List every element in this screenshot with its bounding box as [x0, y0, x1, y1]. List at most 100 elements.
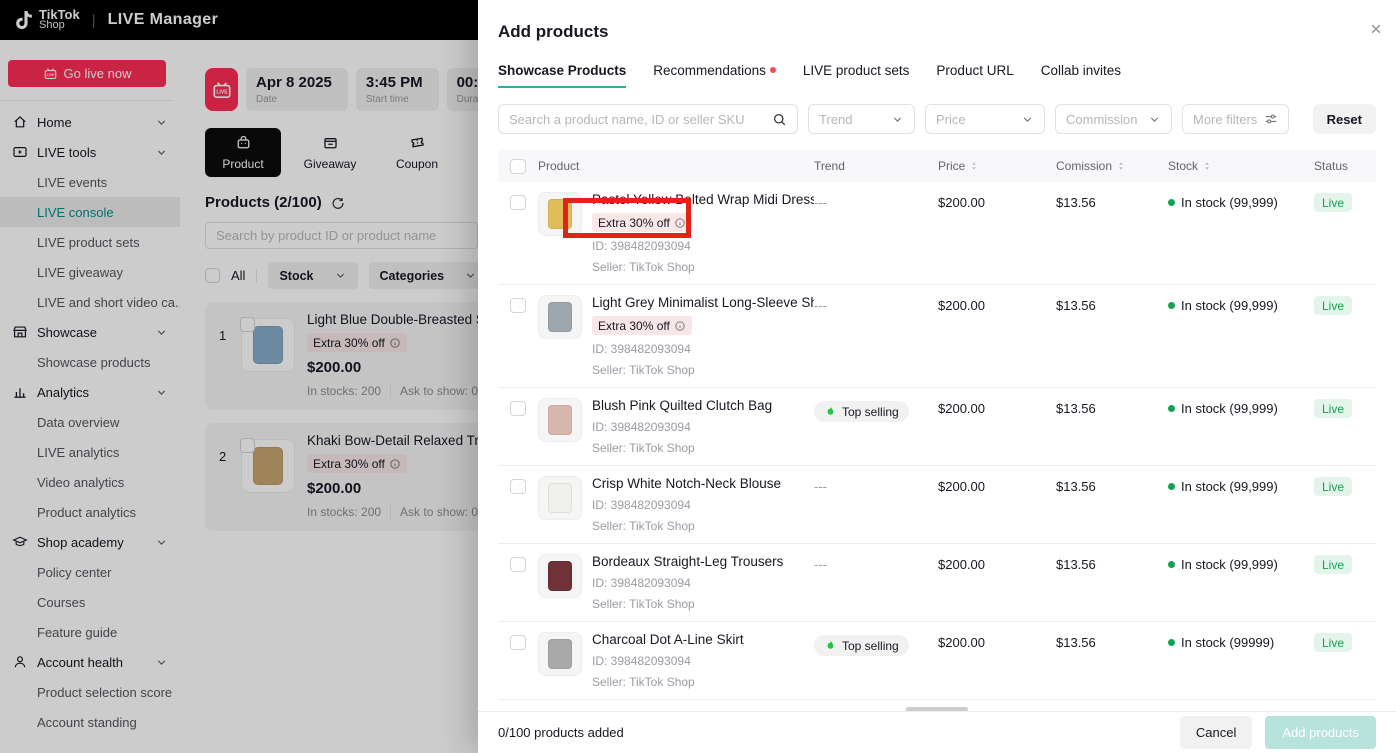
price-cell: $200.00	[938, 554, 1056, 611]
live-status-badge: Live	[1314, 477, 1352, 496]
header-commission[interactable]: Comission	[1056, 159, 1168, 173]
commission-cell: $13.56	[1056, 192, 1168, 274]
stock-cell: In stock (99,999)	[1168, 398, 1314, 455]
flame-icon	[824, 405, 837, 418]
in-stock-dot	[1168, 639, 1175, 646]
product-image	[538, 554, 582, 598]
search-icon[interactable]	[772, 112, 787, 127]
trend-cell: ---	[814, 192, 938, 274]
commission-filter-dropdown[interactable]: Commission	[1055, 104, 1172, 134]
stock-value: In stock (99,999)	[1181, 479, 1278, 533]
tab-label: Recommendations	[653, 63, 766, 78]
commission-cell: $13.56	[1056, 554, 1168, 611]
sort-icon[interactable]	[968, 160, 980, 172]
price-cell: $200.00	[938, 476, 1056, 533]
product-title: Light Grey Minimalist Long-Sleeve Shirt	[592, 295, 814, 310]
product-id: ID: 398482093094	[592, 576, 783, 590]
product-image	[538, 398, 582, 442]
product-image	[538, 295, 582, 339]
product-seller: Seller: TikTok Shop	[592, 675, 744, 689]
trend-cell: ---	[814, 476, 938, 533]
row-checkbox[interactable]	[510, 195, 526, 210]
modal-tabs: Showcase Products Recommendations LIVE pro…	[498, 63, 1376, 88]
product-title: Charcoal Dot A-Line Skirt	[592, 632, 744, 647]
trend-value: ---	[814, 195, 827, 210]
trend-value: ---	[814, 298, 827, 313]
modal-footer: 0/100 products added Cancel Add products	[478, 711, 1396, 753]
chevron-down-icon	[1148, 113, 1161, 126]
trend-filter-dropdown[interactable]: Trend	[808, 104, 915, 134]
header-trend: Trend	[814, 159, 938, 173]
stock-cell: In stock (99,999)	[1168, 554, 1314, 611]
price-cell: $200.00	[938, 398, 1056, 455]
chevron-down-icon	[1021, 113, 1034, 126]
discount-badge-label: Extra 30% off	[598, 319, 670, 333]
tab-live-product-sets[interactable]: LIVE product sets	[803, 63, 910, 88]
product-search-input[interactable]	[509, 112, 772, 127]
stock-value: In stock (99,999)	[1181, 401, 1278, 455]
table-header-row: Product Trend Price Comission Stock Stat…	[498, 150, 1376, 182]
status-cell: Live	[1314, 476, 1376, 533]
price-filter-dropdown[interactable]: Price	[925, 104, 1045, 134]
flame-icon	[824, 639, 837, 652]
product-id: ID: 398482093094	[592, 654, 744, 668]
header-price[interactable]: Price	[938, 159, 1056, 173]
product-seller: Seller: TikTok Shop	[592, 597, 783, 611]
product-seller: Seller: TikTok Shop	[592, 260, 814, 274]
status-cell: Live	[1314, 398, 1376, 455]
tab-product-url[interactable]: Product URL	[936, 63, 1013, 88]
header-select-all-checkbox[interactable]	[510, 159, 526, 174]
sort-icon[interactable]	[1201, 160, 1213, 172]
tab-collab-invites[interactable]: Collab invites	[1041, 63, 1121, 88]
row-checkbox[interactable]	[510, 479, 526, 494]
close-icon[interactable]	[1369, 22, 1383, 36]
sort-icon[interactable]	[1115, 160, 1127, 172]
tab-showcase-products[interactable]: Showcase Products	[498, 63, 626, 88]
add-products-button[interactable]: Add products	[1265, 716, 1376, 749]
live-status-badge: Live	[1314, 399, 1352, 418]
status-cell: Live	[1314, 192, 1376, 274]
cancel-button[interactable]: Cancel	[1180, 716, 1252, 749]
product-id: ID: 398482093094	[592, 498, 781, 512]
stock-value: In stock (99,999)	[1181, 298, 1278, 377]
row-checkbox[interactable]	[510, 401, 526, 416]
table-body: Pastel Yellow Belted Wrap Midi DressExtr…	[498, 182, 1376, 700]
product-text: Charcoal Dot A-Line Skirt ID: 39848209309…	[592, 632, 744, 689]
tab-recommendations[interactable]: Recommendations	[653, 63, 776, 88]
garment-swatch	[548, 302, 572, 332]
commission-cell: $13.56	[1056, 632, 1168, 689]
table-row: Bordeaux Straight-Leg TrousersID: 398482…	[498, 544, 1376, 622]
trend-value: ---	[814, 557, 827, 572]
stock-cell: In stock (99999)	[1168, 632, 1314, 689]
product-id: ID: 398482093094	[592, 420, 772, 434]
more-filters-button[interactable]: More filters	[1182, 104, 1289, 134]
row-checkbox[interactable]	[510, 298, 526, 313]
row-checkbox[interactable]	[510, 635, 526, 650]
live-status-badge: Live	[1314, 193, 1352, 212]
header-stock[interactable]: Stock	[1168, 159, 1314, 173]
commission-cell: $13.56	[1056, 398, 1168, 455]
price-filter-label: Price	[936, 112, 966, 127]
price-cell: $200.00	[938, 632, 1056, 689]
reset-button[interactable]: Reset	[1313, 104, 1376, 134]
product-image	[538, 476, 582, 520]
product-seller: Seller: TikTok Shop	[592, 519, 781, 533]
stock-cell: In stock (99,999)	[1168, 295, 1314, 377]
commission-cell: $13.56	[1056, 476, 1168, 533]
tab-label: Collab invites	[1041, 63, 1121, 78]
product-seller: Seller: TikTok Shop	[592, 363, 814, 377]
notification-dot	[770, 67, 776, 73]
modal-title: Add products	[498, 0, 1376, 42]
status-cell: Live	[1314, 632, 1376, 689]
garment-swatch	[548, 639, 572, 669]
trend-cell: Top selling	[814, 398, 938, 455]
in-stock-dot	[1168, 483, 1175, 490]
product-title: Blush Pink Quilted Clutch Bag	[592, 398, 772, 413]
price-cell: $200.00	[938, 295, 1056, 377]
product-text: Crisp White Notch-Neck BlouseID: 3984820…	[592, 476, 781, 533]
header-product: Product	[538, 159, 814, 173]
product-text: Blush Pink Quilted Clutch Bag ID: 3984820…	[592, 398, 772, 455]
row-checkbox[interactable]	[510, 557, 526, 572]
tab-label: LIVE product sets	[803, 63, 910, 78]
in-stock-dot	[1168, 199, 1175, 206]
